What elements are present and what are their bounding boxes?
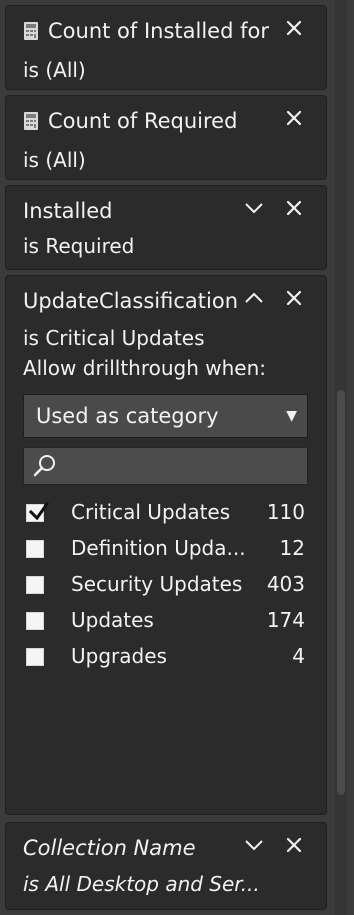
- filter-subtitle: is Required: [23, 234, 135, 258]
- filter-item-label: Definition Upda...: [71, 536, 246, 560]
- filter-title: Count of Required: [23, 109, 237, 133]
- filter-subtitle: is (All): [23, 148, 86, 172]
- filter-item-label: Updates: [71, 608, 154, 632]
- search-box[interactable]: [23, 447, 308, 485]
- scrollbar-thumb[interactable]: [337, 390, 345, 795]
- filter-title: Collection Name: [23, 836, 196, 860]
- checkbox[interactable]: [26, 648, 44, 666]
- filter-item-count: 174: [266, 608, 305, 632]
- filter-card-collection-name[interactable]: Collection Name is All Desktop and Ser..…: [5, 822, 327, 910]
- checkbox[interactable]: [26, 612, 44, 630]
- dropdown-value: Used as category: [36, 404, 219, 428]
- filter-subtitle: is All Desktop and Ser...: [23, 872, 260, 896]
- calculator-icon: [23, 111, 39, 131]
- filter-item-count: 403: [266, 572, 305, 596]
- checkbox[interactable]: [26, 576, 44, 594]
- checkbox-checked[interactable]: [26, 501, 50, 522]
- filter-title-text: Count of Required: [48, 109, 238, 133]
- filter-title: Installed: [23, 199, 113, 223]
- filter-title: UpdateClassification: [23, 289, 239, 313]
- search-input[interactable]: [66, 450, 300, 484]
- drillthrough-dropdown[interactable]: Used as category ▼: [23, 394, 308, 438]
- filter-title: Count of Installed for: [23, 19, 269, 43]
- filter-item-updates[interactable]: Updates 174: [23, 605, 305, 639]
- calculator-icon: [23, 21, 39, 41]
- chevron-down-icon[interactable]: [242, 196, 266, 220]
- filter-card-count-installed[interactable]: Count of Installed for is (All): [5, 5, 327, 90]
- caret-down-icon[interactable]: ▼: [286, 406, 297, 426]
- drillthrough-label: Allow drillthrough when:: [23, 356, 267, 380]
- filter-item-definition-updates[interactable]: Definition Upda... 12: [23, 533, 305, 567]
- filter-item-upgrades[interactable]: Upgrades 4: [23, 641, 305, 675]
- filter-item-critical-updates[interactable]: Critical Updates 110: [23, 497, 305, 531]
- search-icon: [32, 453, 58, 479]
- filter-item-count: 110: [266, 500, 305, 524]
- checkmark-icon: [28, 501, 50, 521]
- filter-item-label: Critical Updates: [71, 500, 231, 524]
- filter-card-update-classification[interactable]: UpdateClassification is Critical Updates…: [5, 275, 327, 815]
- filter-subtitle: is (All): [23, 58, 86, 82]
- close-icon[interactable]: [282, 196, 306, 220]
- filter-card-count-required[interactable]: Count of Required is (All): [5, 95, 327, 180]
- close-icon[interactable]: [282, 106, 306, 130]
- chevron-down-icon[interactable]: [242, 833, 266, 857]
- filter-card-installed[interactable]: Installed is Required: [5, 185, 327, 270]
- scrollbar[interactable]: [335, 0, 347, 915]
- close-icon[interactable]: [282, 286, 306, 310]
- close-icon[interactable]: [282, 833, 306, 857]
- filter-item-security-updates[interactable]: Security Updates 403: [23, 569, 305, 603]
- checkbox[interactable]: [26, 540, 44, 558]
- filter-item-count: 4: [292, 644, 305, 668]
- filter-title-text: Count of Installed for: [48, 19, 269, 43]
- filter-subtitle: is Critical Updates: [23, 326, 205, 350]
- chevron-up-icon[interactable]: [242, 286, 266, 310]
- filters-pane: Count of Installed for is (All) Count of: [0, 0, 354, 915]
- filter-item-label: Upgrades: [71, 644, 167, 668]
- filter-item-count: 12: [279, 536, 305, 560]
- filter-item-label: Security Updates: [71, 572, 243, 596]
- close-icon[interactable]: [282, 16, 306, 40]
